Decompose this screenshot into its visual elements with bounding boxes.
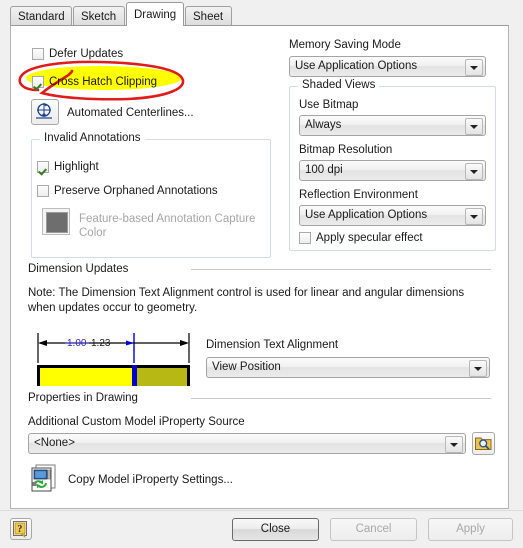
use-bitmap-label: Use Bitmap — [299, 99, 359, 111]
bitmap-resolution-value: 100 dpi — [305, 164, 343, 176]
reflection-environment-combo[interactable]: Use Application Options — [299, 205, 486, 226]
tab-sketch[interactable]: Sketch — [73, 6, 125, 26]
bitmap-resolution-combo[interactable]: 100 dpi — [299, 160, 486, 181]
copy-iproperty-settings-label: Copy Model iProperty Settings... — [68, 474, 233, 486]
memory-saving-mode-combo[interactable]: Use Application Options — [289, 56, 486, 77]
dimension-text-alignment-label: Dimension Text Alignment — [206, 339, 339, 351]
chevron-down-icon[interactable] — [465, 208, 483, 225]
cancel-button: Cancel — [330, 518, 417, 541]
properties-in-drawing-rule — [191, 398, 491, 399]
centerline-icon — [36, 103, 52, 119]
preserve-orphaned-annotations-checkbox-box — [37, 185, 49, 197]
close-button-label: Close — [260, 523, 291, 535]
help-question-icon: ? — [13, 521, 27, 538]
tab-sheet-label: Sheet — [193, 11, 224, 23]
chevron-down-icon[interactable] — [465, 118, 483, 135]
reflection-environment-value: Use Application Options — [305, 209, 428, 221]
dimension-updates-note: Note: The Dimension Text Alignment contr… — [28, 287, 465, 314]
apply-specular-effect-checkbox[interactable]: Apply specular effect — [299, 232, 423, 244]
use-bitmap-value: Always — [305, 119, 342, 131]
iproperty-source-value: <None> — [34, 437, 75, 449]
apply-specular-effect-checkbox-box — [299, 232, 311, 244]
apply-button-label: Apply — [456, 523, 485, 535]
capture-color-swatch — [46, 212, 68, 233]
tab-sketch-label: Sketch — [81, 11, 117, 23]
preserve-orphaned-annotations-checkbox[interactable]: Preserve Orphaned Annotations — [37, 185, 218, 197]
memory-saving-mode-value: Use Application Options — [295, 60, 418, 72]
automated-centerlines-label: Automated Centerlines... — [67, 107, 194, 119]
cross-hatch-clipping-label: Cross Hatch Clipping — [49, 76, 158, 88]
dimension-text-alignment-value: View Position — [212, 361, 281, 373]
invalid-annotations-group: Invalid Annotations — [31, 132, 271, 258]
copy-iproperty-icon — [31, 464, 56, 492]
chevron-down-icon[interactable] — [469, 360, 487, 377]
chevron-down-icon[interactable] — [465, 59, 483, 76]
capture-color-swatch-button[interactable] — [42, 208, 70, 235]
cancel-button-label: Cancel — [355, 523, 392, 535]
invalid-annotations-group-title: Invalid Annotations — [40, 132, 145, 144]
highlight-label: Highlight — [54, 161, 99, 173]
use-bitmap-combo[interactable]: Always — [299, 115, 486, 136]
iproperty-source-combo[interactable]: <None> — [28, 433, 466, 454]
dimension-updates-rule — [191, 269, 491, 270]
reflection-environment-label: Reflection Environment — [299, 189, 418, 201]
highlight-checkbox-box — [37, 161, 49, 173]
tab-strip: Standard Sketch Drawing Sheet — [0, 0, 523, 27]
help-button[interactable]: ? — [10, 518, 32, 540]
tab-sheet[interactable]: Sheet — [185, 6, 232, 26]
shaded-views-group-title: Shaded Views — [298, 79, 380, 91]
highlight-checkbox[interactable]: Highlight — [37, 161, 99, 173]
defer-updates-checkbox[interactable]: Defer Updates — [32, 48, 123, 60]
dimension-updates-header: Dimension Updates — [28, 263, 129, 275]
dimension-new-value: 1.23 — [91, 338, 111, 349]
chevron-down-icon[interactable] — [465, 163, 483, 180]
capture-color-label: Feature-based Annotation Capture Color — [79, 213, 256, 239]
defer-updates-checkbox-box — [32, 48, 44, 60]
dimension-preview-graphic: 1.00 1.23 — [23, 321, 198, 386]
automated-centerlines-button[interactable] — [31, 99, 59, 125]
memory-saving-mode-label: Memory Saving Mode — [289, 39, 401, 51]
cross-hatch-clipping-checkbox-box — [32, 76, 44, 88]
tab-drawing[interactable]: Drawing — [126, 2, 184, 26]
copy-iproperty-settings-button[interactable] — [30, 463, 60, 493]
close-button[interactable]: Close — [232, 518, 319, 541]
apply-specular-effect-label: Apply specular effect — [316, 232, 423, 244]
drawing-settings-panel: Defer Updates Cross Hatch Clipping Autom… — [10, 25, 509, 509]
iproperty-browse-button[interactable] — [472, 432, 495, 455]
chevron-down-icon[interactable] — [445, 436, 463, 453]
tab-standard[interactable]: Standard — [10, 6, 72, 26]
iproperty-source-label: Additional Custom Model iProperty Source — [28, 416, 245, 428]
apply-button: Apply — [428, 518, 513, 541]
svg-text:?: ? — [17, 524, 22, 535]
preserve-orphaned-annotations-label: Preserve Orphaned Annotations — [54, 185, 218, 197]
tab-standard-label: Standard — [18, 11, 65, 23]
dimension-text-alignment-combo[interactable]: View Position — [206, 357, 490, 378]
properties-in-drawing-header: Properties in Drawing — [28, 392, 138, 404]
bitmap-resolution-label: Bitmap Resolution — [299, 144, 393, 156]
folder-search-icon — [475, 437, 492, 450]
tab-drawing-label: Drawing — [134, 9, 177, 21]
dialog-button-bar: ? Close Cancel Apply — [0, 510, 523, 548]
cross-hatch-clipping-checkbox[interactable]: Cross Hatch Clipping — [32, 76, 157, 88]
defer-updates-label: Defer Updates — [49, 48, 124, 60]
